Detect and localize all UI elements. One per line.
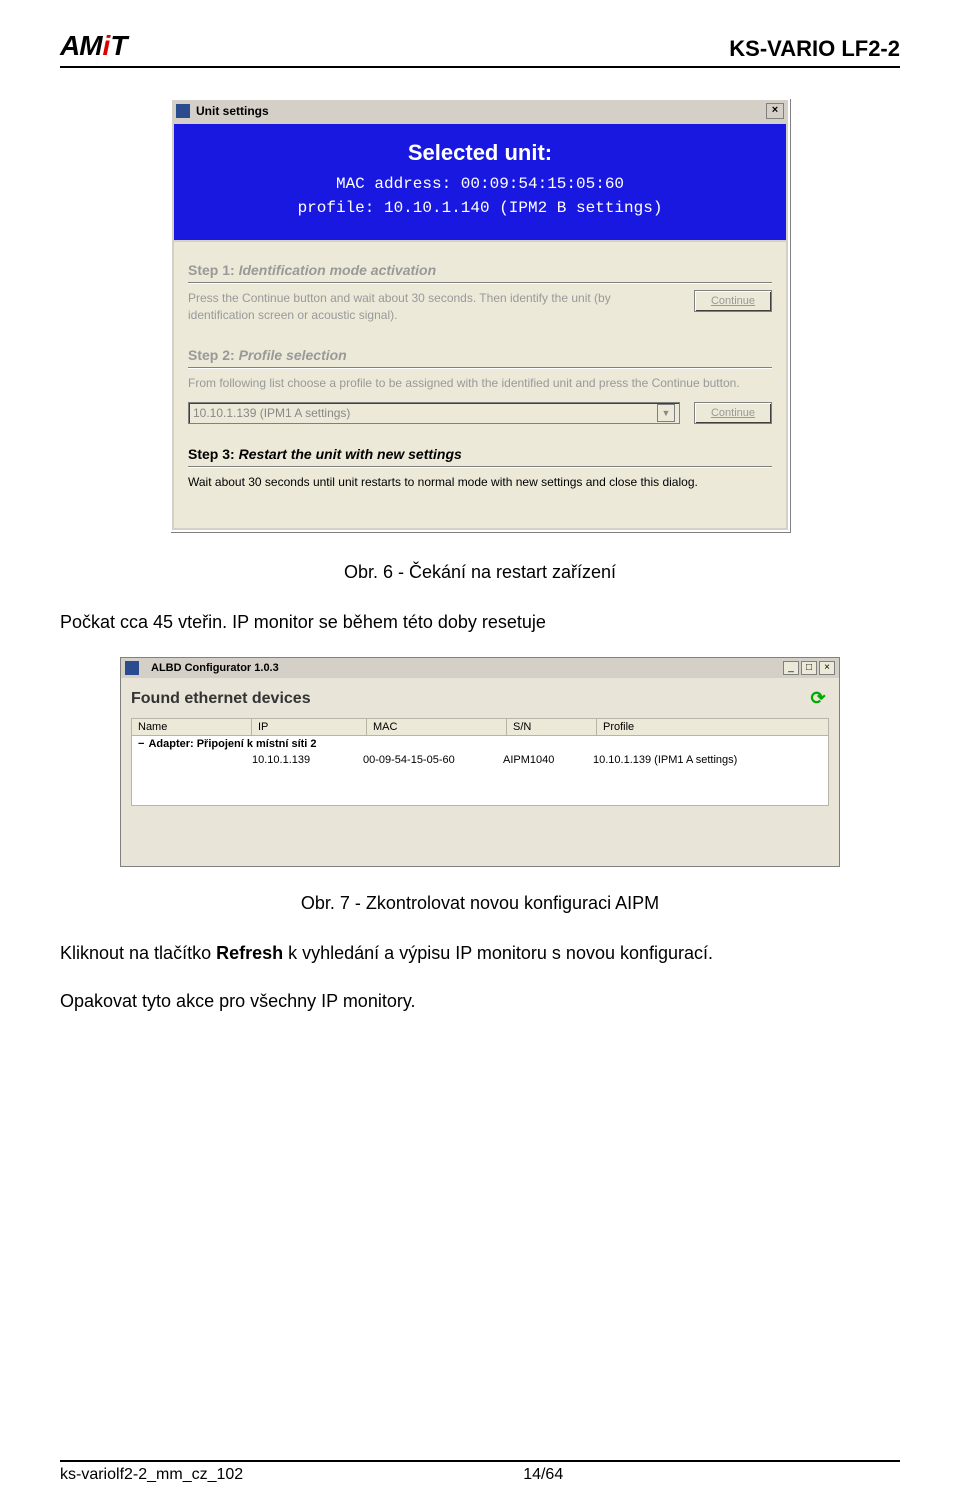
cell-sn: AIPM1040	[503, 754, 593, 766]
body-text-1: Počkat cca 45 vteřin. IP monitor se běhe…	[60, 609, 900, 635]
body-text-3: Opakovat tyto akce pro všechny IP monito…	[60, 988, 900, 1014]
window-icon	[125, 661, 139, 675]
doc-title: KS-VARIO LF2-2	[729, 36, 900, 62]
albd-window: ALBD Configurator 1.0.3 _ □ × Found ethe…	[120, 657, 840, 867]
logo-dot-icon: i	[103, 30, 110, 62]
step2-num: Step 2:	[188, 347, 235, 363]
step2-text: From following list choose a profile to …	[188, 375, 772, 392]
adapter-label: Adapter: Připojení k místní síti 2	[148, 738, 316, 750]
cell-ip: 10.10.1.139	[252, 754, 363, 766]
step1-num: Step 1:	[188, 262, 235, 278]
albd-title-bar: ALBD Configurator 1.0.3 _ □ ×	[121, 658, 839, 678]
adapter-row[interactable]: − Adapter: Připojení k místní síti 2	[132, 736, 828, 752]
minimize-icon[interactable]: _	[783, 661, 799, 675]
mac-line: MAC address: 00:09:54:15:05:60	[184, 172, 776, 196]
refresh-icon[interactable]: ⟳	[807, 688, 829, 710]
step1-text: Press the Continue button and wait about…	[188, 290, 680, 325]
step3-text: Wait about 30 seconds until unit restart…	[188, 474, 772, 491]
device-list: − Adapter: Připojení k místní síti 2 10.…	[131, 736, 829, 806]
title-bar: Unit settings ×	[172, 100, 788, 122]
maximize-icon[interactable]: □	[801, 661, 817, 675]
chevron-down-icon: ▼	[657, 404, 675, 422]
found-devices-label: Found ethernet devices	[131, 690, 311, 708]
step-2: Step 2: Profile selection From following…	[188, 347, 772, 424]
figure-7-caption: Obr. 7 - Zkontrolovat novou konfiguraci …	[60, 893, 900, 914]
col-mac: MAC	[367, 719, 507, 735]
profile-select-value: 10.10.1.139 (IPM1 A settings)	[193, 406, 350, 420]
continue-button-2[interactable]: Continue	[694, 402, 772, 424]
albd-title: ALBD Configurator 1.0.3	[151, 662, 279, 674]
profile-line: profile: 10.10.1.140 (IPM2 B settings)	[184, 196, 776, 220]
selected-unit-label: Selected unit:	[184, 140, 776, 166]
col-name: Name	[132, 719, 252, 735]
col-profile: Profile	[597, 719, 828, 735]
step2-label: Profile selection	[239, 347, 347, 363]
window-title: Unit settings	[196, 104, 269, 118]
col-sn: S/N	[507, 719, 597, 735]
collapse-icon: −	[138, 738, 144, 750]
step3-num: Step 3:	[188, 446, 235, 462]
step-1: Step 1: Identification mode activation P…	[188, 262, 772, 325]
body-text-2: Kliknout na tlačítko Refresh k vyhledání…	[60, 940, 900, 966]
step-3: Step 3: Restart the unit with new settin…	[188, 446, 772, 491]
cell-profile: 10.10.1.139 (IPM1 A settings)	[593, 754, 822, 766]
cell-mac: 00-09-54-15-05-60	[363, 754, 503, 766]
figure-6-caption: Obr. 6 - Čekání na restart zařízení	[60, 562, 900, 583]
logo: AMiT	[60, 30, 126, 62]
footer-page: 14/64	[523, 1466, 563, 1484]
steps-panel: Step 1: Identification mode activation P…	[174, 242, 786, 528]
close-icon[interactable]: ×	[819, 661, 835, 675]
page-header: AMiT KS-VARIO LF2-2	[60, 30, 900, 68]
selected-unit-panel: Selected unit: MAC address: 00:09:54:15:…	[174, 124, 786, 240]
unit-settings-window: Unit settings × Selected unit: MAC addre…	[170, 98, 790, 532]
step1-label: Identification mode activation	[239, 262, 437, 278]
footer-file: ks-variolf2-2_mm_cz_102	[60, 1466, 243, 1484]
profile-select[interactable]: 10.10.1.139 (IPM1 A settings) ▼	[188, 402, 680, 424]
refresh-bold: Refresh	[216, 943, 283, 963]
device-list-header: Name IP MAC S/N Profile	[131, 718, 829, 736]
close-icon[interactable]: ×	[766, 103, 784, 119]
window-icon	[176, 104, 190, 118]
page-footer: ks-variolf2-2_mm_cz_102 14/64	[60, 1460, 900, 1484]
col-ip: IP	[252, 719, 367, 735]
step3-label: Restart the unit with new settings	[239, 446, 462, 462]
continue-button-1[interactable]: Continue	[694, 290, 772, 312]
device-row[interactable]: 10.10.1.139 00-09-54-15-05-60 AIPM1040 1…	[132, 752, 828, 768]
